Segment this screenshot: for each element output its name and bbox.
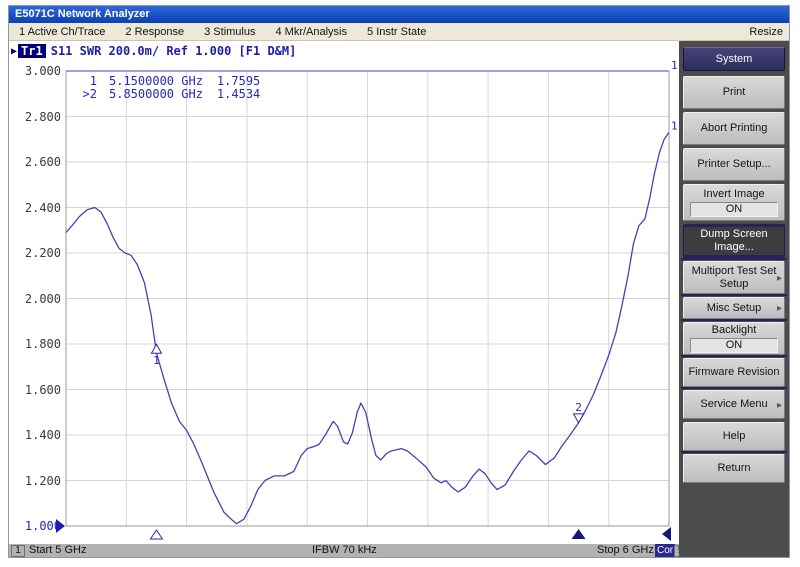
marker-1-number: 1 <box>153 354 160 367</box>
softkey-dump-screen-image[interactable]: Dump Screen Image... <box>683 224 785 258</box>
status-bar: 1 Start 5 GHz IFBW 70 kHz Stop 6 GHz Cor… <box>9 544 679 557</box>
softkey-label: Service Menu <box>700 398 767 411</box>
softkey-multiport-test-set-setup[interactable]: Multiport Test Set Setup▸ <box>683 261 785 294</box>
softkey-sidebar: System Print Abort Printing Printer Setup.… <box>679 41 789 557</box>
screen: E5071C Network Analyzer 1 Active Ch/Trac… <box>0 0 800 567</box>
softkey-printer-setup[interactable]: Printer Setup... <box>683 148 785 181</box>
ifbw-label: IFBW 70 kHz <box>312 544 377 557</box>
softkey-label: Abort Printing <box>701 122 768 135</box>
softkey-separator <box>681 258 787 260</box>
softkey-label: Misc Setup <box>707 302 761 315</box>
channel-number-badge: 1 <box>11 545 25 557</box>
softkey-label: Multiport Test Set Setup <box>684 265 784 291</box>
menu-item-instr-state[interactable]: 5 Instr State <box>357 26 436 38</box>
trace-end-number: 1 <box>671 119 678 132</box>
softkey-menu-title-label: System <box>716 53 753 66</box>
instrument-screen: ▶ Tr1 S11 SWR 200.0m/ Ref 1.000 [F1 D&M]… <box>9 41 789 557</box>
softkey-label: Help <box>723 430 746 443</box>
sweep-indicator-icon <box>662 527 671 541</box>
softkey-service-menu[interactable]: Service Menu ▸ <box>683 390 785 419</box>
start-frequency-label: Start 5 GHz <box>29 544 86 557</box>
softkey-label: Printer Setup... <box>697 158 770 171</box>
softkey-print[interactable]: Print <box>683 76 785 109</box>
marker-2-stimulus-icon[interactable] <box>572 529 586 539</box>
marker-2-icon[interactable] <box>574 414 584 423</box>
marker-readout-row: >25.8500000 GHz1.4534 <box>79 88 260 101</box>
analyzer-window: E5071C Network Analyzer 1 Active Ch/Trac… <box>8 5 790 558</box>
softkey-label: Print <box>723 86 746 99</box>
menu-item-mkr-analysis[interactable]: 4 Mkr/Analysis <box>265 26 357 38</box>
softkey-separator <box>681 294 787 296</box>
trace-scale-number: 1 <box>671 59 678 72</box>
softkey-separator <box>681 451 787 453</box>
softkey-state-value: ON <box>690 202 778 217</box>
plot-area: 1 1 1 2 <box>9 41 679 557</box>
correction-badge: Cor <box>655 544 675 557</box>
softkey-label: Return <box>717 462 750 475</box>
marker-readout: 15.1500000 GHz1.7595>25.8500000 GHz1.453… <box>79 75 260 101</box>
softkey-return[interactable]: Return <box>683 454 785 483</box>
softkey-label: Dump Screen Image... <box>684 228 784 254</box>
marker-2-number: 2 <box>575 401 582 414</box>
softkey-label: Firmware Revision <box>688 366 779 379</box>
softkey-invert-image[interactable]: Invert ImageON <box>683 184 785 221</box>
stop-frequency-label: Stop 6 GHz <box>597 544 654 557</box>
softkey-abort-printing[interactable]: Abort Printing <box>683 112 785 145</box>
softkey-separator <box>681 319 787 321</box>
softkey-menu-title: System <box>683 47 785 71</box>
menu-bar: 1 Active Ch/Trace2 Response3 Stimulus4 M… <box>9 23 789 41</box>
resize-button[interactable]: Resize <box>739 26 789 38</box>
submenu-arrow-icon: ▸ <box>777 399 782 412</box>
menu-item-stimulus[interactable]: 3 Stimulus <box>194 26 265 38</box>
softkey-backlight[interactable]: BacklightON <box>683 322 785 355</box>
softkey-state-value: ON <box>690 338 778 353</box>
marker-1-icon[interactable] <box>151 344 161 353</box>
menu-item-active-ch-trace[interactable]: 1 Active Ch/Trace <box>9 26 115 38</box>
softkey-firmware-revision[interactable]: Firmware Revision <box>683 358 785 387</box>
softkey-separator <box>681 387 787 389</box>
softkey-separator <box>681 355 787 357</box>
title-bar[interactable]: E5071C Network Analyzer <box>9 6 789 23</box>
submenu-arrow-icon: ▸ <box>777 272 782 285</box>
marker-1-stimulus-icon[interactable] <box>150 530 162 539</box>
softkey-help[interactable]: Help <box>683 422 785 451</box>
reference-level-icon <box>56 519 65 533</box>
menu-item-response[interactable]: 2 Response <box>115 26 194 38</box>
submenu-arrow-icon: ▸ <box>777 302 782 315</box>
softkey-label: Invert Image <box>703 188 764 201</box>
softkey-misc-setup[interactable]: Misc Setup ▸ <box>683 297 785 319</box>
window-title: E5071C Network Analyzer <box>15 8 150 20</box>
softkey-label: Backlight <box>712 324 757 337</box>
